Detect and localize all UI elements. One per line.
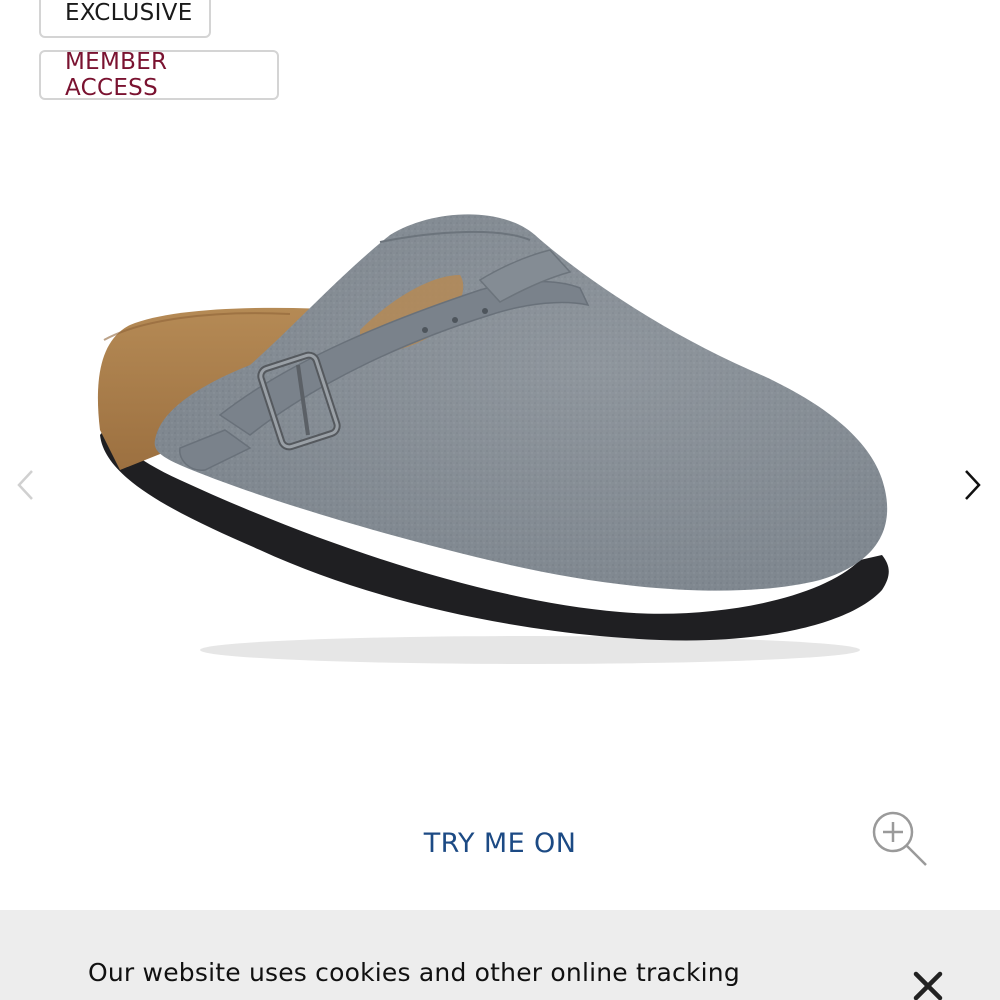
chevron-left-icon	[17, 470, 33, 500]
product-page: EXCLUSIVE MEMBER ACCESS TRY ME ON Our we…	[0, 0, 1000, 1000]
member-access-badge-label: MEMBER ACCESS	[65, 49, 168, 101]
zoom-button[interactable]	[866, 806, 932, 872]
exclusive-badge-label: EXCLUSIVE	[65, 0, 193, 26]
cookie-banner: Our website uses cookies and other onlin…	[0, 910, 1000, 1000]
chevron-right-icon	[965, 470, 981, 500]
close-icon	[913, 971, 943, 1000]
cookie-banner-text: Our website uses cookies and other onlin…	[88, 958, 740, 987]
carousel-next-button[interactable]	[952, 460, 992, 510]
product-image[interactable]	[60, 180, 940, 700]
carousel-prev-button[interactable]	[6, 460, 46, 510]
zoom-in-icon	[872, 811, 927, 866]
exclusive-badge: EXCLUSIVE	[39, 0, 211, 38]
member-access-badge[interactable]: MEMBER ACCESS	[39, 49, 279, 101]
cookie-close-button[interactable]	[908, 966, 948, 1000]
try-me-on-button[interactable]: TRY ME ON	[350, 820, 650, 866]
